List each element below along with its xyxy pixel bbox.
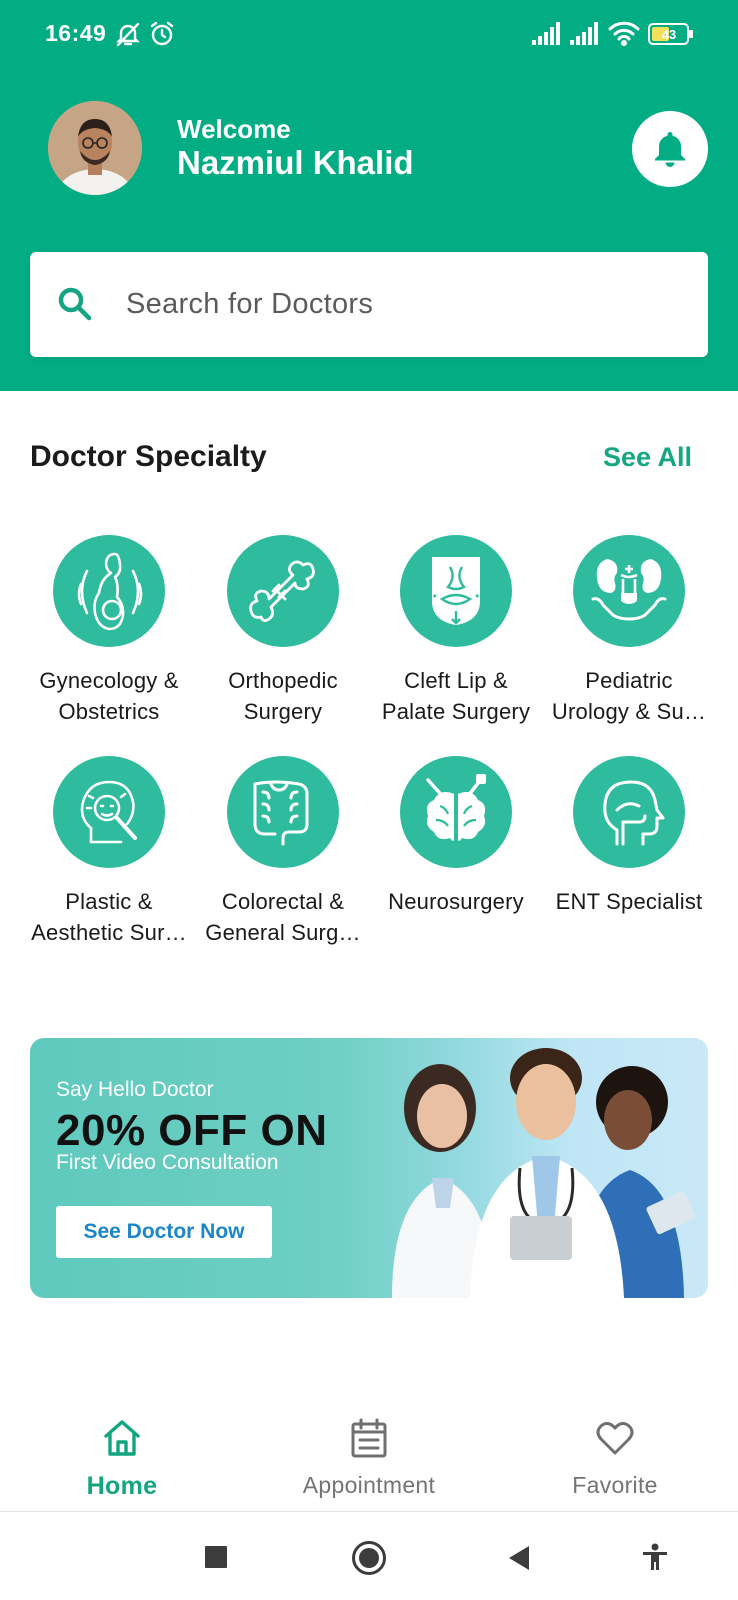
- promo-banner[interactable]: Say Hello Doctor 20% OFF ON First Video …: [30, 1038, 708, 1298]
- see-doctor-button[interactable]: See Doctor Now: [56, 1206, 272, 1258]
- search-bar[interactable]: [30, 252, 708, 357]
- specialty-label: Cleft Lip & Palate Surgery: [381, 668, 531, 724]
- nav-label: Favorite: [572, 1472, 658, 1498]
- circle-icon: [352, 1541, 386, 1575]
- battery-level: 43: [662, 27, 676, 42]
- alarm-icon: [148, 20, 176, 53]
- specialty-gynecology[interactable]: Gynecology & Obstetrics: [25, 535, 193, 727]
- user-name: Nazmiul Khalid: [177, 144, 414, 181]
- nav-home[interactable]: Home: [22, 1416, 222, 1501]
- back-triangle-icon: [509, 1546, 529, 1570]
- status-bar: 16:49 43: [0, 0, 738, 70]
- nav-favorite[interactable]: Favorite: [515, 1416, 715, 1499]
- promo-subtitle: First Video Consultation: [56, 1151, 279, 1174]
- notification-button[interactable]: [632, 111, 708, 187]
- status-time: 16:49: [45, 20, 107, 46]
- specialty-cleft-lip[interactable]: Cleft Lip & Palate Surgery: [372, 535, 540, 727]
- section-title: Doctor Specialty: [30, 440, 267, 473]
- promo-eyebrow: Say Hello Doctor: [56, 1078, 214, 1101]
- search-input[interactable]: [126, 252, 686, 357]
- nav-appointment[interactable]: Appointment: [269, 1416, 469, 1499]
- specialty-label: Pediatric Urology & Su…: [551, 668, 707, 724]
- specialty-orthopedic[interactable]: Orthopedic Surgery: [199, 535, 367, 727]
- nav-label: Home: [86, 1472, 158, 1500]
- specialty-label: Plastic & Aesthetic Sur…: [31, 889, 187, 945]
- kidney-icon: [573, 535, 685, 647]
- search-icon: [56, 285, 94, 328]
- signal-icon: [532, 22, 562, 51]
- square-icon: [205, 1546, 227, 1568]
- calendar-icon: [269, 1416, 469, 1460]
- specialty-plastic-aesthetic[interactable]: Plastic & Aesthetic Sur…: [25, 756, 193, 948]
- specialty-pediatric-urology[interactable]: Pediatric Urology & Su…: [545, 535, 713, 727]
- home-system-button[interactable]: [351, 1540, 387, 1581]
- promo-headline: 20% OFF ON: [56, 1106, 328, 1155]
- bottom-nav: Home Appointment Favorite: [0, 1400, 738, 1512]
- accessibility-icon: [643, 1543, 667, 1570]
- home-icon: [22, 1416, 222, 1460]
- accessibility-button[interactable]: [642, 1543, 668, 1576]
- welcome-label: Welcome: [177, 114, 291, 144]
- recents-button[interactable]: [205, 1546, 227, 1573]
- specialty-label: Colorectal & General Surg…: [205, 889, 361, 945]
- back-button[interactable]: [507, 1545, 531, 1576]
- nav-label: Appointment: [302, 1472, 436, 1498]
- specialty-colorectal[interactable]: Colorectal & General Surg…: [199, 756, 367, 948]
- specialty-label: Gynecology & Obstetrics: [39, 668, 179, 724]
- specialty-ent[interactable]: ENT Specialist: [545, 756, 713, 917]
- bell-icon: [655, 132, 685, 167]
- doctors-image: [392, 1048, 696, 1298]
- pregnancy-icon: [53, 535, 165, 647]
- wifi-icon: [607, 19, 641, 52]
- battery-icon: 43: [648, 23, 694, 50]
- specialty-label: Neurosurgery: [388, 889, 524, 914]
- specialty-label: Orthopedic Surgery: [228, 668, 338, 724]
- signal-icon-2: [570, 22, 600, 51]
- system-nav-bar: [0, 1513, 738, 1600]
- avatar[interactable]: [48, 101, 142, 195]
- specialty-label: ENT Specialist: [555, 889, 703, 914]
- aesthetic-icon: [53, 756, 165, 868]
- app-header: 16:49 43 Welcome Nazmiul Khalid Search f…: [0, 0, 738, 391]
- ent-head-icon: [573, 756, 685, 868]
- brain-icon: [400, 756, 512, 868]
- colon-icon: [227, 756, 339, 868]
- specialty-neurosurgery[interactable]: Neurosurgery: [372, 756, 540, 917]
- bone-icon: [227, 535, 339, 647]
- face-surgery-icon: [400, 535, 512, 647]
- mute-icon: [114, 20, 142, 53]
- see-all-link[interactable]: See All: [603, 442, 692, 473]
- heart-icon: [515, 1416, 715, 1460]
